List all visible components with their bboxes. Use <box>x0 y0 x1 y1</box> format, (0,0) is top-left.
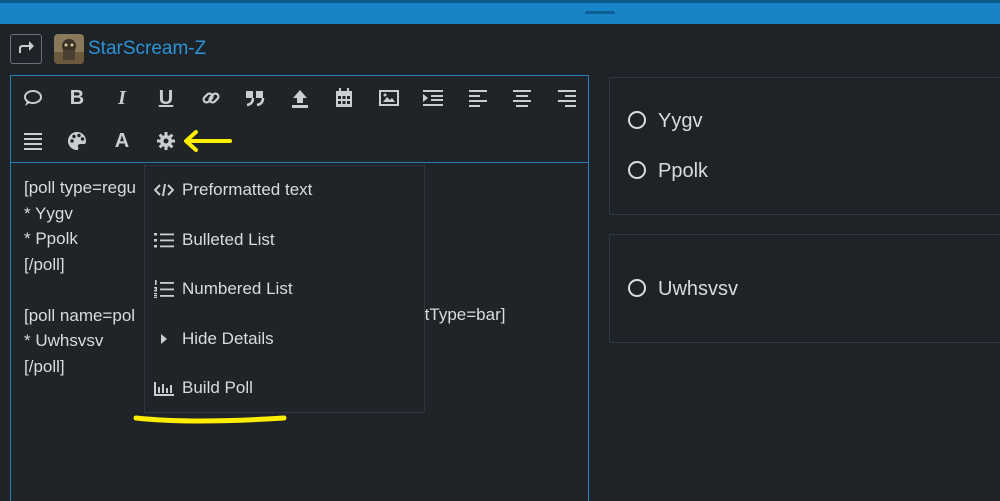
poll-option[interactable]: Ppolk <box>628 159 828 183</box>
align-right-icon[interactable] <box>554 85 580 111</box>
upload-icon[interactable] <box>287 85 313 111</box>
editor-line: * Uwhsvsv <box>24 331 104 350</box>
share-arrow-icon <box>17 39 35 60</box>
caret-right-icon <box>153 329 175 349</box>
bar-chart-icon <box>153 378 175 398</box>
editor-line: [poll type=regu <box>24 178 136 197</box>
editor-line-tail: rtType=bar] <box>419 305 506 324</box>
numbered-list-icon <box>153 279 175 299</box>
editor-line: * Yygv <box>24 203 73 223</box>
image-icon[interactable] <box>376 85 402 111</box>
palette-icon[interactable] <box>64 128 90 154</box>
menu-item-label: Hide Details <box>182 329 274 348</box>
poll-option[interactable]: Yygv <box>628 109 828 133</box>
menu-item-preformatted-text[interactable]: Preformatted text <box>145 166 424 214</box>
bold-icon[interactable]: B <box>64 85 90 111</box>
top-bar-edge <box>0 0 1000 3</box>
blockquote-icon[interactable] <box>242 85 268 111</box>
radio-button[interactable] <box>628 279 646 297</box>
avatar[interactable] <box>54 34 84 64</box>
radio-button[interactable] <box>628 161 646 179</box>
poll-option-label: Yygv <box>658 110 703 132</box>
align-center-icon[interactable] <box>509 85 535 111</box>
editor-line: * Ppolk <box>24 229 78 248</box>
editor-line: [poll name=pol <box>24 305 136 325</box>
poll-preview-card: Yygv Ppolk <box>609 77 1000 215</box>
poll-option[interactable]: Uwhsvsv <box>628 277 848 301</box>
top-bar <box>0 0 1000 24</box>
italic-icon[interactable]: I <box>109 85 135 111</box>
poll-option-label: Ppolk <box>658 160 709 182</box>
options-dropdown-menu: Preformatted text Bulleted List Numbered… <box>144 165 425 413</box>
menu-item-label: Build Poll <box>182 378 253 397</box>
menu-item-numbered-list[interactable]: Numbered List <box>145 265 424 313</box>
bulleted-list-icon <box>153 230 175 250</box>
link-icon[interactable] <box>198 85 224 111</box>
poll-option-label: Uwhsvsv <box>658 278 739 300</box>
calendar-icon[interactable] <box>331 85 357 111</box>
menu-item-label: Preformatted text <box>182 180 313 199</box>
editor-toolbar: B I U A <box>11 76 588 163</box>
font-icon[interactable]: A <box>109 128 135 154</box>
editor-line: [/poll] <box>24 254 65 274</box>
radio-button[interactable] <box>628 111 646 129</box>
code-icon <box>153 180 175 200</box>
username-link[interactable]: StarScream-Z <box>88 38 206 60</box>
indent-icon[interactable] <box>420 85 446 111</box>
menu-item-build-poll[interactable]: Build Poll <box>145 364 424 412</box>
editor-textarea[interactable]: [poll type=regu * Yygv * Ppolk [/poll] [poll… <box>24 175 136 379</box>
speech-bubble-icon[interactable] <box>20 85 46 111</box>
resize-grabber[interactable] <box>585 11 615 14</box>
menu-item-label: Numbered List <box>182 279 293 298</box>
justify-icon[interactable] <box>20 128 46 154</box>
poll-preview-card: Uwhsvsv <box>609 234 1000 343</box>
editor-line: [/poll] <box>24 356 65 376</box>
menu-item-label: Bulleted List <box>182 230 275 249</box>
align-left-icon[interactable] <box>465 85 491 111</box>
menu-item-bulleted-list[interactable]: Bulleted List <box>145 216 424 264</box>
underline-icon[interactable]: U <box>153 85 179 111</box>
menu-item-hide-details[interactable]: Hide Details <box>145 315 424 363</box>
gear-icon[interactable] <box>153 128 179 154</box>
reply-button[interactable] <box>10 34 42 64</box>
